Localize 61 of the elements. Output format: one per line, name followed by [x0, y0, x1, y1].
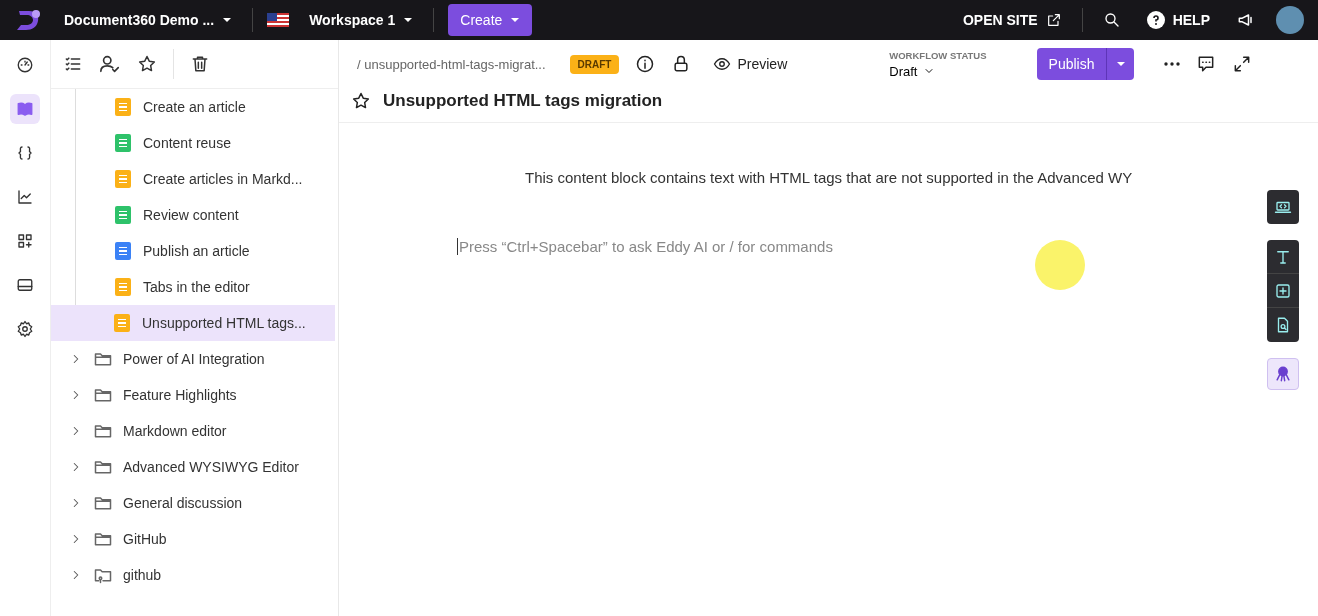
article-item[interactable]: Content reuse	[75, 125, 335, 161]
folder-item[interactable]: Power of AI Integration	[51, 341, 338, 377]
caret-icon	[403, 17, 414, 23]
book-icon	[16, 100, 34, 118]
folder-item[interactable]: GitHub	[51, 521, 338, 557]
more-icon	[1164, 62, 1181, 66]
favorite-button[interactable]	[351, 91, 371, 111]
chart-icon	[16, 188, 34, 206]
cursor-highlight	[1035, 240, 1085, 290]
apps-icon	[16, 232, 34, 250]
external-link-icon	[1045, 12, 1062, 28]
panel-icon	[16, 276, 34, 294]
trash-button[interactable]	[190, 54, 210, 74]
editor-input[interactable]: Press “Ctrl+Spacebar” to ask Eddy AI or / for commands	[457, 238, 979, 255]
publish-button[interactable]: Publish	[1036, 48, 1107, 80]
folder-item[interactable]: github	[51, 557, 338, 593]
article-title: Unsupported HTML tags migration	[383, 91, 663, 111]
assigned-button[interactable]	[99, 53, 121, 75]
breadcrumb-link[interactable]: / unsupported-html-tags-migrat...	[357, 56, 546, 72]
settings-icon	[16, 320, 34, 338]
caret-icon	[222, 17, 233, 23]
article-item[interactable]: Unsupported HTML tags...	[51, 305, 335, 341]
trash-icon	[190, 54, 210, 74]
preview-button[interactable]: Preview	[707, 54, 794, 74]
workflow-status-label: WORKFLOW STATUS	[889, 49, 987, 61]
eye-icon	[713, 55, 732, 73]
more-button[interactable]	[1164, 62, 1181, 66]
article-item[interactable]: Create an article	[75, 89, 335, 125]
gauge-icon	[16, 56, 34, 74]
eddy-ai-button[interactable]	[1267, 358, 1299, 390]
help-icon	[1146, 11, 1165, 29]
publish-options-button[interactable]	[1106, 48, 1135, 80]
folder-item[interactable]: Markdown editor	[51, 413, 338, 449]
caret-icon	[510, 17, 521, 23]
create-button[interactable]: Create	[448, 4, 533, 36]
content-text: This content block contains text with HTML tags that are not supported in the Advanced WY	[524, 168, 1134, 186]
folder-item[interactable]: Advanced WYSIWYG Editor	[51, 449, 338, 485]
workspace-dropdown[interactable]: Workspace 1	[303, 12, 420, 28]
status-badge: DRAFT	[569, 54, 620, 74]
star-icon	[351, 91, 371, 111]
article-item[interactable]: Publish an article	[75, 233, 335, 269]
article-item[interactable]: Create articles in Markd...	[75, 161, 335, 197]
folder-item[interactable]: General discussion	[51, 485, 338, 521]
plus-box-icon	[1274, 281, 1292, 300]
flag-icon	[267, 13, 290, 27]
open-site-link[interactable]: OPEN SITE	[956, 12, 1068, 28]
avatar[interactable]	[1276, 6, 1304, 34]
info-button[interactable]	[635, 54, 656, 74]
star-icon	[137, 54, 157, 74]
folder-item[interactable]: Feature Highlights	[51, 377, 338, 413]
workflow-status-dropdown[interactable]: Draft	[889, 63, 987, 79]
octopus-icon	[1273, 364, 1293, 384]
project-dropdown[interactable]: Document360 Demo ...	[58, 12, 239, 28]
article-item[interactable]: Review content	[75, 197, 335, 233]
user-check-icon	[99, 53, 121, 75]
favorites-button[interactable]	[137, 54, 157, 74]
info-icon	[635, 54, 656, 74]
search-icon	[1102, 11, 1121, 29]
braces-icon	[16, 144, 34, 162]
help-button[interactable]: HELP	[1140, 11, 1216, 29]
caret-icon	[1115, 61, 1126, 67]
